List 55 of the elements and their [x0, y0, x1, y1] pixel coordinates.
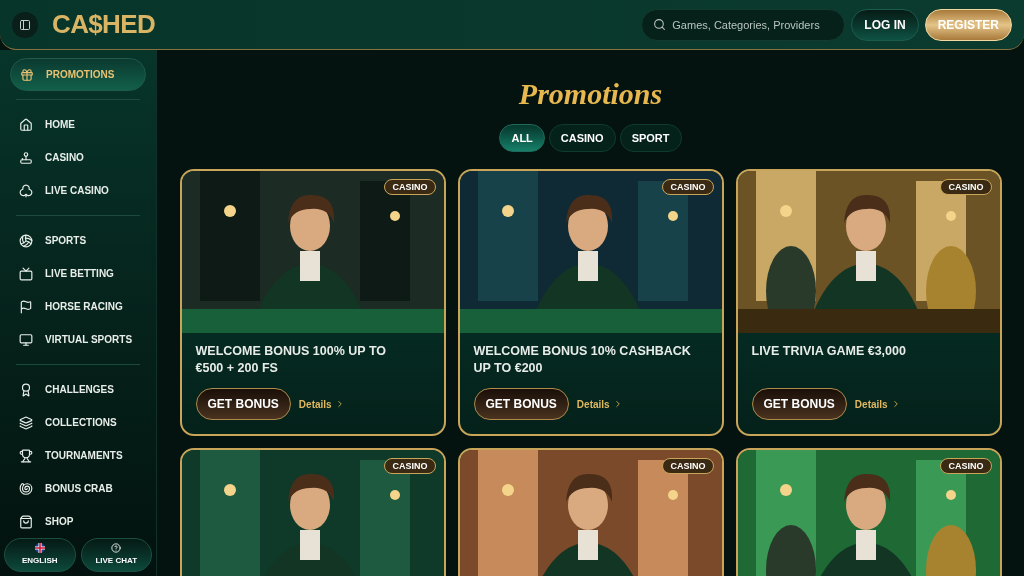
search-field[interactable]: Games, Categories, Providers	[641, 8, 846, 41]
filter-tab[interactable]: ALL	[499, 124, 545, 152]
panel-icon	[19, 18, 31, 31]
monitor-icon	[19, 332, 33, 347]
nav-item[interactable]: SPORTS	[10, 224, 146, 257]
page-title: Promotions	[518, 76, 663, 112]
language-button[interactable]: ENGLISH	[4, 538, 76, 572]
promo-title: WELCOME BONUS 100% UP TO €500 + 200 FS	[195, 343, 388, 377]
ball-icon	[19, 233, 33, 248]
trophy-icon	[19, 448, 33, 463]
details-link[interactable]: Details	[576, 396, 623, 412]
card-club-icon	[19, 183, 33, 198]
category-tag: CASINO	[384, 458, 436, 474]
details-link[interactable]: Details	[854, 396, 901, 412]
get-bonus-button[interactable]: GET BONUS	[751, 388, 847, 420]
category-tag: CASINO	[940, 458, 992, 474]
category-tag: CASINO	[662, 458, 714, 474]
search-icon	[653, 17, 667, 31]
house-icon	[19, 117, 33, 132]
flag-icon	[34, 543, 45, 553]
get-bonus-button[interactable]: GET BONUS	[195, 388, 291, 420]
gift-icon	[20, 67, 34, 82]
category-tag: CASINO	[662, 179, 714, 195]
joystick-icon	[19, 150, 33, 165]
nav-item[interactable]: CHALLENGES	[10, 373, 146, 406]
details-link[interactable]: Details	[298, 396, 345, 412]
live-chat-button[interactable]: LIVE CHAT	[80, 538, 152, 572]
tv-icon	[19, 266, 33, 281]
shell-icon	[19, 481, 33, 496]
nav-item[interactable]: TOURNAMENTS	[10, 439, 146, 472]
login-button[interactable]: LOG IN	[851, 8, 919, 41]
nav-item[interactable]: BONUS CRAB	[10, 472, 146, 505]
category-tag: CASINO	[940, 179, 992, 195]
category-tag: CASINO	[384, 179, 436, 195]
nav-item[interactable]: LIVE BETTING	[10, 257, 146, 290]
nav-item[interactable]: HORSE RACING	[10, 290, 146, 323]
nav-item[interactable]: HOME	[10, 108, 146, 141]
promo-title: LIVE TRIVIA GAME €3,000	[751, 343, 907, 360]
nav-item[interactable]: CASINO	[10, 141, 146, 174]
nav-item[interactable]: VIRTUAL SPORTS	[10, 323, 146, 356]
sidebar-toggle-button[interactable]	[12, 11, 38, 38]
nav-item[interactable]: LIVE CASINO	[10, 174, 146, 207]
nav-item[interactable]: PROMOTIONS	[10, 58, 146, 91]
promo-title: WELCOME BONUS 10% CASHBACK UP TO €200	[473, 343, 692, 377]
help-icon	[111, 543, 122, 553]
filter-tab[interactable]: CASINO	[548, 124, 616, 152]
logo: CA$HED	[52, 8, 155, 41]
get-bonus-button[interactable]: GET BONUS	[473, 388, 569, 420]
shopping-bag-icon	[19, 514, 33, 529]
medal-icon	[19, 382, 33, 397]
filter-tab[interactable]: SPORT	[619, 124, 682, 152]
nav-item[interactable]: SHOP	[10, 505, 146, 538]
nav-item[interactable]: COLLECTIONS	[10, 406, 146, 439]
layers-icon	[19, 415, 33, 430]
flag-icon	[19, 299, 33, 314]
